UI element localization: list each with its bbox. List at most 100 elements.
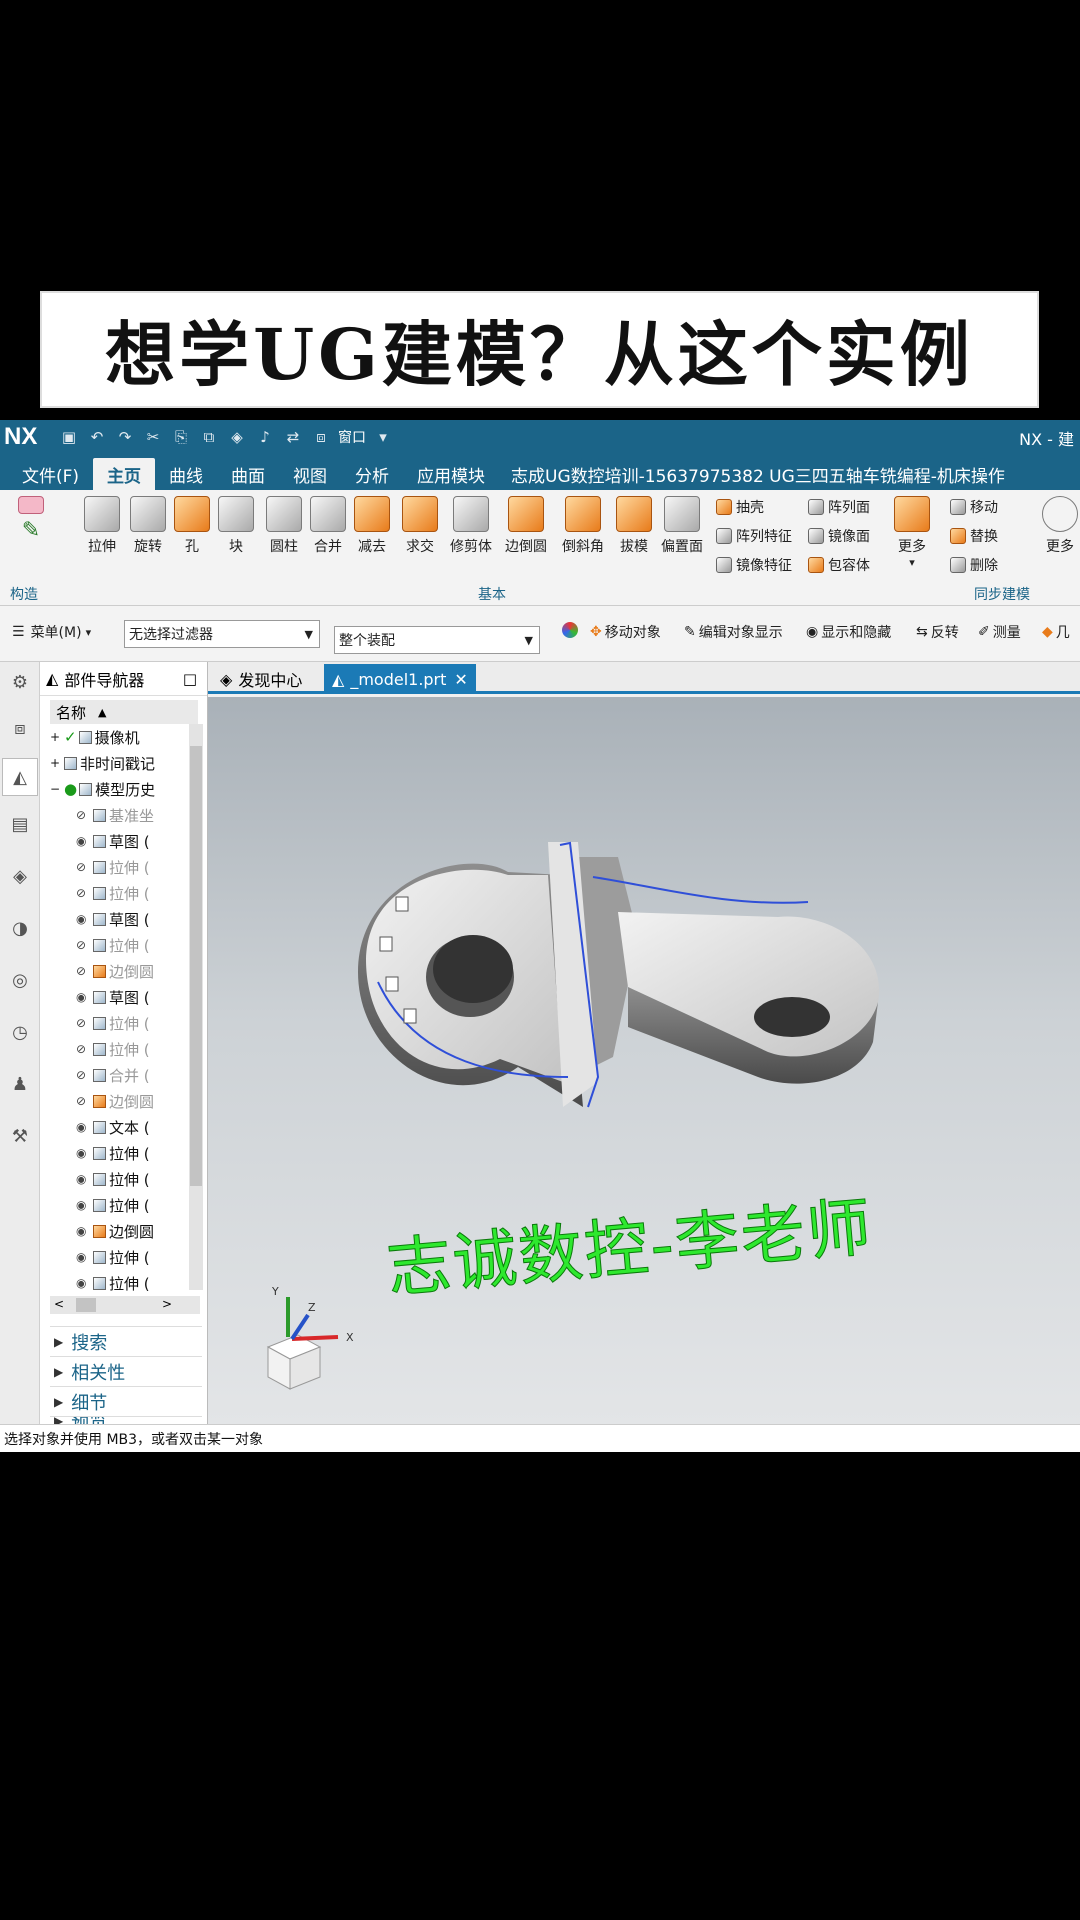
redo-icon[interactable]: ↷ [114, 426, 136, 448]
tree-row[interactable]: ⊘ 合并 ( [50, 1062, 202, 1088]
mirror-feature-button[interactable]: 镜像特征 [716, 552, 792, 578]
more-sync-button[interactable]: 更多 [1040, 496, 1080, 556]
hd3d-icon[interactable]: ◈ [8, 864, 32, 888]
history-icon[interactable]: ◎ [8, 968, 32, 992]
show-hide-button[interactable]: ◉ 显示和隐藏 [806, 622, 891, 642]
window-menu[interactable]: 窗口 [338, 427, 366, 447]
hidden-eye-icon[interactable]: ⊘ [76, 1094, 91, 1108]
replace-face-button[interactable]: 替换 [950, 523, 998, 549]
eye-icon[interactable]: ◉ [76, 912, 91, 926]
eye-icon[interactable]: ◉ [76, 834, 91, 848]
tree-row[interactable]: ⊘ 边倒圆 [50, 958, 202, 984]
eye-icon[interactable]: ◉ [76, 1276, 91, 1290]
tree-row[interactable]: ◉ 拉伸 ( [50, 1192, 202, 1218]
cylinder-button[interactable]: 圆柱 [262, 496, 306, 556]
eye-icon[interactable]: ◉ [76, 1224, 91, 1238]
more-button[interactable]: 更多 ▾ [890, 496, 934, 569]
eye-icon[interactable]: ◉ [76, 990, 91, 1004]
tab-discover[interactable]: ◈ 发现中心 [212, 664, 310, 694]
mirror-face-button[interactable]: 镜像面 [808, 523, 870, 549]
cut-icon[interactable]: ✂ [142, 426, 164, 448]
move-object-button[interactable]: ✥ 移动对象 [590, 622, 661, 642]
expand-icon[interactable]: + [50, 756, 64, 770]
subtract-button[interactable]: 减去 [350, 496, 394, 556]
menu-button[interactable]: ☰ 菜单(M) ▾ [12, 622, 91, 642]
tree-row[interactable]: − ● 模型历史 [50, 776, 202, 802]
close-icon[interactable]: ✕ [454, 670, 467, 689]
paste-icon[interactable]: ⧉ [198, 426, 220, 448]
hidden-eye-icon[interactable]: ⊘ [76, 1042, 91, 1056]
assembly-navigator-icon[interactable]: ⧈ [8, 716, 32, 740]
hidden-eye-icon[interactable]: ⊘ [76, 1068, 91, 1082]
eye-icon[interactable]: ◉ [76, 1146, 91, 1160]
vertical-scrollbar[interactable] [189, 724, 203, 1290]
roles-icon[interactable]: ♟ [8, 1072, 32, 1096]
name-column-header[interactable]: 名称 ▲ [50, 700, 198, 724]
offset-face-button[interactable]: 偏置面 [656, 496, 708, 556]
trim-body-button[interactable]: 修剪体 [446, 496, 496, 556]
pattern-face-button[interactable]: 阵列面 [808, 494, 870, 520]
unite-button[interactable]: 合并 [306, 496, 350, 556]
microphone-icon[interactable]: ♪ [254, 426, 276, 448]
horizontal-scrollbar[interactable]: < > [50, 1296, 200, 1314]
block-button[interactable]: 块 [214, 496, 258, 556]
reverse-button[interactable]: ⇆ 反转 [916, 622, 959, 642]
tree-row[interactable]: ◉ 拉伸 ( [50, 1140, 202, 1166]
tree-row[interactable]: + ✓ 摄像机 [50, 724, 202, 750]
color-icon[interactable] [562, 622, 578, 638]
expand-icon[interactable]: + [50, 730, 64, 744]
wrap-body-button[interactable]: 包容体 [808, 552, 870, 578]
section-search[interactable]: ▶ 搜索 [50, 1326, 202, 1356]
eye-icon[interactable]: ◉ [76, 1198, 91, 1212]
model-view[interactable]: Y X Z [208, 697, 1080, 1424]
hole-button[interactable]: 孔 [170, 496, 214, 556]
shell-button[interactable]: 抽壳 [716, 494, 764, 520]
revolve-button[interactable]: 旋转 [126, 496, 170, 556]
edit-display-button[interactable]: ✎ 编辑对象显示 [684, 622, 783, 642]
part-navigator-icon[interactable]: ◭ [2, 758, 38, 796]
tree-row[interactable]: ⊘ 基准坐 [50, 802, 202, 828]
tree-row[interactable]: ◉ 草图 ( [50, 906, 202, 932]
tree-row[interactable]: ◉ 边倒圆 [50, 1218, 202, 1244]
sketch-button[interactable]: ✎ [6, 496, 56, 548]
menu-curve[interactable]: 曲线 [155, 458, 217, 490]
switch-window-icon[interactable]: ⧈ [310, 426, 332, 448]
tree-row[interactable]: ◉ 文本 ( [50, 1114, 202, 1140]
tree-row[interactable]: ⊘ 拉伸 ( [50, 1036, 202, 1062]
menu-applications[interactable]: 应用模块 [403, 458, 499, 490]
tree-row[interactable]: ◉ 拉伸 ( [50, 1270, 202, 1293]
hidden-eye-icon[interactable]: ⊘ [76, 938, 91, 952]
tree-row[interactable]: ◉ 草图 ( [50, 984, 202, 1010]
hidden-eye-icon[interactable]: ⊘ [76, 808, 91, 822]
save-icon[interactable]: ▣ [58, 426, 80, 448]
tree-row[interactable]: ◉ 拉伸 ( [50, 1244, 202, 1270]
graphics-window[interactable]: Y X Z 志诚数控-李老师 [208, 697, 1080, 1424]
eye-icon[interactable]: ◉ [76, 1172, 91, 1186]
tree-row[interactable]: ⊘ 拉伸 ( [50, 854, 202, 880]
hidden-eye-icon[interactable]: ⊘ [76, 886, 91, 900]
tree-row[interactable]: ⊘ 边倒圆 [50, 1088, 202, 1114]
maximize-icon[interactable]: □ [183, 670, 197, 688]
edge-blend-button[interactable]: 边倒圆 [500, 496, 552, 556]
draft-button[interactable]: 拔模 [612, 496, 656, 556]
scope-dropdown[interactable]: 整个装配 ▼ [334, 626, 540, 654]
menu-view[interactable]: 视图 [279, 458, 341, 490]
tools-icon[interactable]: ⚒ [8, 1124, 32, 1148]
tree-row[interactable]: ◉ 拉伸 ( [50, 1166, 202, 1192]
tab-model[interactable]: ◭ _model1.prt ✕ [324, 664, 476, 694]
tree-row[interactable]: ⊘ 拉伸 ( [50, 880, 202, 906]
hidden-eye-icon[interactable]: ⊘ [76, 1016, 91, 1030]
measure-button[interactable]: ✐ 测量 [978, 622, 1021, 642]
clock-icon[interactable]: ◷ [8, 1020, 32, 1044]
section-details[interactable]: ▶ 细节 [50, 1386, 202, 1416]
reuse-library-icon[interactable]: ▤ [8, 812, 32, 836]
hidden-eye-icon[interactable]: ⊘ [76, 964, 91, 978]
extrude-button[interactable]: 拉伸 [80, 496, 124, 556]
part-icon[interactable]: ◈ [226, 426, 248, 448]
intersect-button[interactable]: 求交 [398, 496, 442, 556]
move-face-button[interactable]: 移动 [950, 494, 998, 520]
web-browser-icon[interactable]: ◑ [8, 916, 32, 940]
collapse-icon[interactable]: − [50, 782, 64, 796]
tree-row[interactable]: + 非时间戳记 [50, 750, 202, 776]
menu-file[interactable]: 文件(F) [8, 458, 93, 490]
